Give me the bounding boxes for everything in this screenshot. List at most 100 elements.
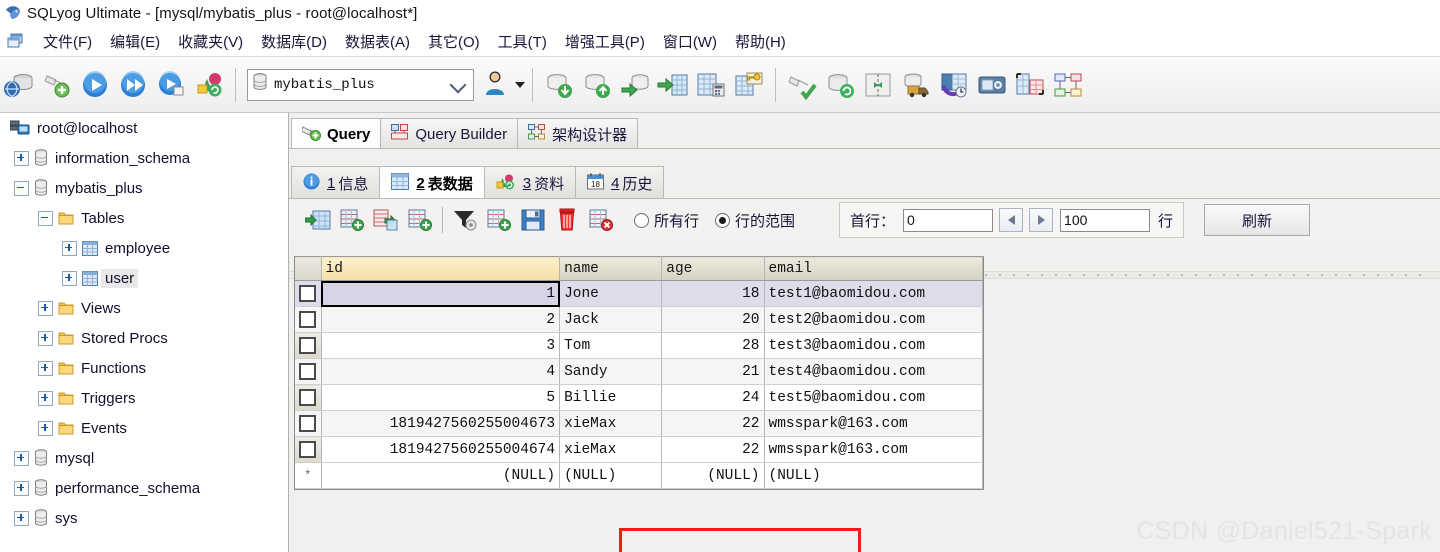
row-checkbox[interactable] <box>299 440 317 458</box>
table-row[interactable]: 1819427560255004673 xieMax 22 wmsspark@1… <box>295 410 983 437</box>
cell-id[interactable]: 1819427560255004673 <box>321 410 561 437</box>
cell-name[interactable]: Tom <box>559 332 663 359</box>
expander-plus-icon[interactable] <box>38 420 53 436</box>
row-selector[interactable] <box>295 280 322 307</box>
next-page-button[interactable] <box>1029 208 1054 232</box>
new-record-icon[interactable] <box>482 203 516 237</box>
row-selector[interactable] <box>295 410 322 437</box>
expander-minus-icon[interactable] <box>38 210 53 226</box>
menu-file[interactable]: 文件(F) <box>34 30 101 53</box>
table-new-row[interactable]: * (NULL) (NULL) (NULL) (NULL) <box>295 462 983 489</box>
expander-plus-icon[interactable] <box>14 480 29 496</box>
row-selector[interactable] <box>295 384 322 411</box>
expander-plus-icon[interactable] <box>62 270 77 286</box>
table-diagnostics-icon[interactable] <box>692 63 730 107</box>
notification-services-icon[interactable] <box>973 63 1011 107</box>
cell-id[interactable]: (NULL) <box>321 462 561 489</box>
expander-minus-icon[interactable] <box>14 180 29 196</box>
row-selector[interactable] <box>295 306 322 333</box>
table-row[interactable]: 2 Jack 20 test2@baomidou.com <box>295 306 983 333</box>
cell-name[interactable]: Sandy <box>559 358 663 385</box>
refresh-button[interactable]: 刷新 <box>1204 204 1311 236</box>
prev-page-button[interactable] <box>999 208 1024 232</box>
cell-id[interactable]: 4 <box>321 358 561 385</box>
schema-designer-icon[interactable] <box>1049 63 1087 107</box>
cell-name[interactable]: xieMax <box>559 436 663 463</box>
cell-age[interactable]: 22 <box>661 410 765 437</box>
select-all-corner[interactable] <box>295 256 322 281</box>
tab-history[interactable]: 18 4 历史 <box>575 166 665 199</box>
import-to-table-icon[interactable] <box>654 63 692 107</box>
menu-favorites[interactable]: 收藏夹(V) <box>169 30 252 53</box>
add-row-icon[interactable] <box>403 203 437 237</box>
database-selector[interactable]: mybatis_plus <box>247 68 474 101</box>
save-changes-icon[interactable] <box>516 203 550 237</box>
cell-email[interactable]: test2@baomidou.com <box>764 306 983 333</box>
copy-row-icon[interactable] <box>369 203 403 237</box>
cell-id[interactable]: 1819427560255004674 <box>321 436 561 463</box>
cell-age[interactable]: 28 <box>661 332 765 359</box>
sidebar-item-information-schema[interactable]: information_schema <box>0 143 288 173</box>
cell-name[interactable]: Jone <box>559 280 663 307</box>
schema-sync-icon[interactable] <box>1011 63 1049 107</box>
menu-window[interactable]: 窗口(W) <box>654 30 726 53</box>
cell-name[interactable]: xieMax <box>559 410 663 437</box>
tab-schema-designer[interactable]: 架构设计器 <box>517 118 639 149</box>
result-data-grid[interactable]: id name age email 1 Jone 18 test1@baomid… <box>294 256 984 490</box>
cell-email[interactable]: test4@baomidou.com <box>764 358 983 385</box>
sidebar-item-employee[interactable]: employee <box>0 233 288 263</box>
sidebar-item-functions[interactable]: Functions <box>0 353 288 383</box>
expander-plus-icon[interactable] <box>38 300 53 316</box>
row-checkbox[interactable] <box>299 414 317 432</box>
execute-query-icon[interactable] <box>76 63 114 107</box>
cell-email[interactable]: wmsspark@163.com <box>764 436 983 463</box>
discard-changes-icon[interactable] <box>584 203 618 237</box>
column-header-name[interactable]: name <box>559 256 663 281</box>
menu-other[interactable]: 其它(O) <box>419 30 489 53</box>
expander-plus-icon[interactable] <box>14 150 29 166</box>
expander-plus-icon[interactable] <box>62 240 77 256</box>
tab-profile[interactable]: 3 资料 <box>483 166 577 199</box>
user-button[interactable] <box>482 68 525 101</box>
row-limit-input[interactable] <box>1060 208 1151 232</box>
row-checkbox[interactable] <box>299 284 317 302</box>
cell-email[interactable]: test1@baomidou.com <box>764 280 983 307</box>
cell-age[interactable]: 20 <box>661 306 765 333</box>
cell-age[interactable]: 22 <box>661 436 765 463</box>
cell-email[interactable]: test5@baomidou.com <box>764 384 983 411</box>
row-checkbox[interactable] <box>299 388 317 406</box>
refresh-objects-icon[interactable] <box>190 63 228 107</box>
cell-name[interactable]: (NULL) <box>559 462 663 489</box>
sidebar-item-user[interactable]: user <box>0 263 288 293</box>
execute-all-queries-icon[interactable] <box>114 63 152 107</box>
row-checkbox[interactable] <box>299 336 317 354</box>
cell-email[interactable]: (NULL) <box>764 462 983 489</box>
row-selector[interactable] <box>295 358 322 385</box>
menu-edit[interactable]: 编辑(E) <box>101 30 169 53</box>
column-header-id[interactable]: id <box>321 256 561 281</box>
manage-indexes-icon[interactable] <box>730 63 768 107</box>
row-checkbox[interactable] <box>299 310 317 328</box>
menu-tools[interactable]: 工具(T) <box>489 30 556 53</box>
tab-query-builder[interactable]: Query Builder <box>380 118 519 149</box>
window-restore-icon[interactable] <box>6 32 26 50</box>
sync-database-icon[interactable] <box>821 63 859 107</box>
row-checkbox[interactable] <box>299 362 317 380</box>
expander-plus-icon[interactable] <box>14 450 29 466</box>
tab-info[interactable]: 1 信息 <box>291 166 381 199</box>
new-row-indicator[interactable]: * <box>295 462 322 489</box>
object-browser-tree[interactable]: root@localhost information_schema mybati… <box>0 113 289 552</box>
cell-age[interactable]: (NULL) <box>661 462 765 489</box>
backup-database-icon[interactable] <box>540 63 578 107</box>
sidebar-item-mybatis-plus[interactable]: mybatis_plus <box>0 173 288 203</box>
tree-root-node[interactable]: root@localhost <box>0 113 288 143</box>
cell-id[interactable]: 5 <box>321 384 561 411</box>
execute-query-stop-icon[interactable] <box>152 63 190 107</box>
radio-row-range[interactable] <box>715 212 731 228</box>
cell-id[interactable]: 1 <box>321 280 561 307</box>
table-row[interactable]: 5 Billie 24 test5@baomidou.com <box>295 384 983 411</box>
table-row[interactable]: 1819427560255004674 xieMax 22 wmsspark@1… <box>295 436 983 463</box>
sidebar-item-sys[interactable]: sys <box>0 503 288 533</box>
cell-email[interactable]: wmsspark@163.com <box>764 410 983 437</box>
cell-id[interactable]: 3 <box>321 332 561 359</box>
